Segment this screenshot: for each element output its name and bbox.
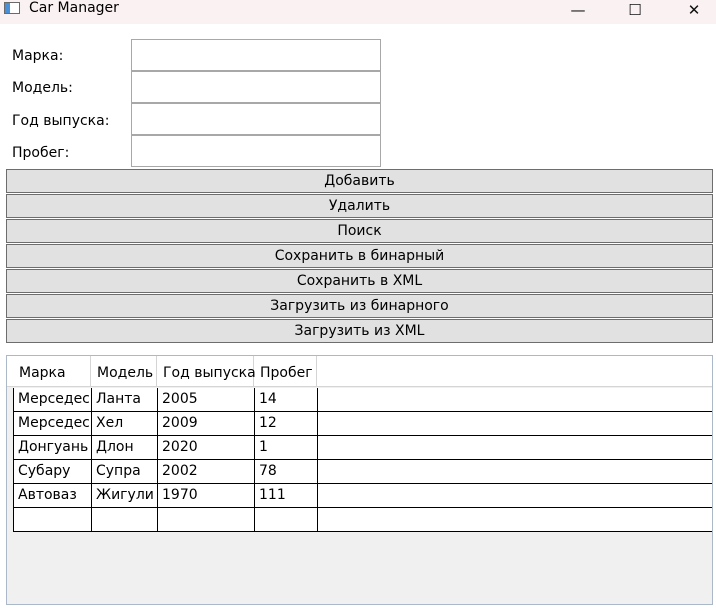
title-bar: Car Manager — ☐ ✕ (0, 0, 716, 24)
column-header-mileage[interactable]: Пробег (254, 356, 317, 386)
new-row-placeholder[interactable] (13, 508, 712, 532)
cell-brand[interactable]: Донгуань (13, 436, 92, 459)
add-button[interactable]: Добавить (6, 169, 713, 193)
close-button[interactable]: ✕ (671, 0, 716, 20)
cell-model[interactable]: Ланта (91, 388, 158, 411)
cell-mileage[interactable]: 1 (254, 436, 318, 459)
cell-mileage[interactable]: 78 (254, 460, 318, 483)
cell-model[interactable]: Длон (91, 436, 158, 459)
cell-mileage[interactable]: 111 (254, 484, 318, 507)
cars-data-grid[interactable]: Марка Модель Год выпуска Пробег Мерседес… (6, 355, 713, 605)
cell-model[interactable] (91, 508, 158, 531)
cell-year[interactable]: 2002 (157, 460, 255, 483)
cell-mileage[interactable]: 14 (254, 388, 318, 411)
year-input[interactable] (131, 103, 381, 135)
search-button[interactable]: Поиск (6, 219, 713, 243)
window-title: Car Manager (29, 0, 119, 16)
cell-mileage[interactable]: 12 (254, 412, 318, 435)
delete-button[interactable]: Удалить (6, 194, 713, 218)
mileage-label: Пробег: (12, 145, 70, 161)
cell-model[interactable]: Хел (91, 412, 158, 435)
cell-year[interactable]: 2020 (157, 436, 255, 459)
model-input[interactable] (131, 71, 381, 103)
cell-year[interactable]: 2009 (157, 412, 255, 435)
minimize-button[interactable]: — (555, 0, 601, 20)
column-header-year[interactable]: Год выпуска (157, 356, 256, 386)
cell-year[interactable] (157, 508, 255, 531)
brand-input[interactable] (131, 39, 381, 71)
app-window-icon (4, 2, 20, 14)
cell-year[interactable]: 1970 (157, 484, 255, 507)
save-xml-button[interactable]: Сохранить в XML (6, 269, 713, 293)
cell-mileage[interactable] (254, 508, 318, 531)
save-binary-button[interactable]: Сохранить в бинарный (6, 244, 713, 268)
year-label: Год выпуска: (12, 113, 110, 129)
grid-header: Марка Модель Год выпуска Пробег (7, 356, 712, 387)
column-header-brand[interactable]: Марка (13, 356, 91, 386)
load-binary-button[interactable]: Загрузить из бинарного (6, 294, 713, 318)
table-row[interactable]: Мерседес Ланта 2005 14 (13, 388, 712, 412)
table-row[interactable]: Мерседес Хел 2009 12 (13, 412, 712, 436)
cell-brand[interactable]: Мерседес (13, 412, 92, 435)
table-row[interactable]: Субару Супра 2002 78 (13, 460, 712, 484)
table-row[interactable]: Донгуань Длон 2020 1 (13, 436, 712, 460)
table-row[interactable]: Автоваз Жигули 1970 111 (13, 484, 712, 508)
cell-year[interactable]: 2005 (157, 388, 255, 411)
cell-brand[interactable]: Субару (13, 460, 92, 483)
brand-label: Марка: (12, 48, 64, 64)
model-label: Модель: (12, 80, 73, 96)
load-xml-button[interactable]: Загрузить из XML (6, 319, 713, 343)
maximize-button[interactable]: ☐ (612, 0, 658, 20)
cell-brand[interactable]: Мерседес (13, 388, 92, 411)
cell-model[interactable]: Жигули (91, 484, 158, 507)
cell-brand[interactable] (13, 508, 92, 531)
mileage-input[interactable] (131, 135, 381, 167)
cell-model[interactable]: Супра (91, 460, 158, 483)
cell-brand[interactable]: Автоваз (13, 484, 92, 507)
column-header-model[interactable]: Модель (91, 356, 157, 386)
